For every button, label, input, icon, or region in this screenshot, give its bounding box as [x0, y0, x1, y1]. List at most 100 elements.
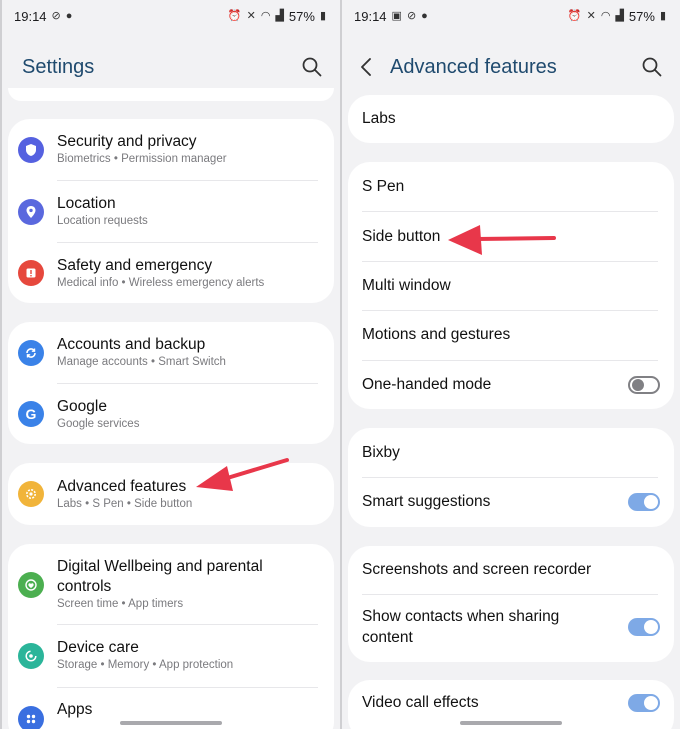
settings-group-1: Security and privacy Biometrics • Permis…: [8, 119, 334, 303]
shield-icon: [18, 137, 44, 163]
menu-item-side-button[interactable]: Side button: [348, 212, 674, 261]
item-subtitle: Location requests: [57, 215, 148, 227]
settings-item-accounts[interactable]: Accounts and backup Manage accounts • Sm…: [8, 322, 334, 384]
menu-item-motions-gestures[interactable]: Motions and gestures: [348, 311, 674, 360]
chat-status-icon: ●: [65, 9, 73, 22]
page-title: Advanced features: [390, 56, 557, 78]
advanced-features-screen: 19:14 ▣ ⊘ ● ⏰ ✕ ◠ ▟ 57% ▮ Advanced featu…: [342, 0, 680, 729]
alarm-icon: ⏰: [227, 9, 242, 22]
alert-icon: [18, 260, 44, 286]
wifi-icon: ◠: [260, 9, 271, 22]
item-title: S Pen: [362, 178, 405, 195]
item-subtitle: Medical info • Wireless emergency alerts: [57, 277, 265, 289]
settings-item-device-care[interactable]: Device care Storage • Memory • App prote…: [8, 625, 334, 687]
features-group-2: Bixby Smart suggestions: [348, 428, 674, 527]
item-title: Video call effects: [362, 694, 479, 711]
item-title: Location: [57, 195, 116, 212]
show-contacts-toggle[interactable]: [628, 618, 660, 636]
menu-item-smart-suggestions[interactable]: Smart suggestions: [348, 478, 674, 527]
menu-item-screenshots-recorder[interactable]: Screenshots and screen recorder: [348, 546, 674, 594]
back-arrow-icon[interactable]: [356, 56, 378, 78]
settings-item-digital-wellbeing[interactable]: Digital Wellbeing and parental controls …: [8, 544, 334, 624]
item-title: Side button: [362, 228, 441, 245]
menu-item-one-handed-mode[interactable]: One-handed mode: [348, 361, 674, 409]
page-title: Settings: [22, 56, 95, 78]
menu-item-labs[interactable]: Labs: [348, 95, 674, 143]
wellbeing-icon: [18, 572, 44, 598]
settings-group-3: Advanced features Labs • S Pen • Side bu…: [8, 463, 334, 525]
gallery-status-icon: ▣: [391, 9, 402, 22]
item-title: Safety and emergency: [57, 257, 213, 274]
item-title-line-2: controls: [57, 578, 112, 595]
chat-status-icon: ●: [421, 9, 428, 22]
app-header: Settings: [2, 44, 340, 90]
item-title: One-handed mode: [362, 376, 492, 393]
labs-card: Labs: [348, 95, 674, 143]
item-title: Motions and gestures: [362, 326, 511, 343]
previous-card-edge: [8, 88, 334, 101]
battery-icon: ▮: [319, 9, 326, 22]
location-pin-icon: [18, 199, 44, 225]
search-icon[interactable]: [640, 55, 664, 79]
settings-item-google[interactable]: G Google Google services: [8, 384, 334, 444]
item-subtitle: Google services: [57, 418, 140, 430]
app-header: Advanced features: [342, 44, 680, 90]
signal-icon: ▟: [275, 9, 284, 22]
item-title: Screenshots and screen recorder: [362, 561, 592, 578]
item-title-line-1: Digital Wellbeing and parental: [57, 558, 263, 575]
features-group-3: Screenshots and screen recorder Show con…: [348, 546, 674, 662]
signal-icon: ▟: [615, 9, 624, 22]
alarm-icon: ⏰: [567, 9, 582, 22]
mute-icon: ✕: [586, 9, 596, 22]
settings-item-safety[interactable]: Safety and emergency Medical info • Wire…: [8, 243, 334, 303]
item-title: Labs: [362, 110, 396, 127]
settings-group-4: Digital Wellbeing and parental controls …: [8, 544, 334, 729]
settings-group-2: Accounts and backup Manage accounts • Sm…: [8, 322, 334, 444]
smart-suggestions-toggle[interactable]: [628, 493, 660, 511]
battery-icon: ▮: [659, 9, 666, 22]
sync-status-icon: ⊘: [406, 9, 417, 22]
menu-item-s-pen[interactable]: S Pen: [348, 162, 674, 211]
navigation-handle[interactable]: [460, 721, 562, 725]
item-title: Security and privacy: [57, 133, 197, 150]
item-title: Multi window: [362, 277, 451, 294]
device-care-icon: [18, 643, 44, 669]
search-icon[interactable]: [300, 55, 324, 79]
battery-text: 57%: [628, 8, 655, 24]
menu-item-show-contacts-sharing[interactable]: Show contacts when sharing content: [348, 595, 674, 662]
settings-item-advanced-features[interactable]: Advanced features Labs • S Pen • Side bu…: [8, 463, 334, 525]
status-time: 19:14: [354, 8, 387, 24]
settings-item-location[interactable]: Location Location requests: [8, 181, 334, 243]
navigation-handle[interactable]: [120, 721, 222, 725]
item-title: Accounts and backup: [57, 336, 206, 353]
star-gear-icon: [18, 481, 44, 507]
wifi-icon: ◠: [600, 9, 611, 22]
features-group-1: S Pen Side button Multi window Motions a…: [348, 162, 674, 409]
mute-icon: ✕: [246, 9, 256, 22]
item-title: Bixby: [362, 444, 400, 461]
battery-text: 57%: [288, 8, 315, 24]
item-subtitle: Storage • Memory • App protection: [57, 659, 234, 671]
item-title-line-2: content: [362, 629, 413, 646]
item-title: Apps: [57, 701, 93, 718]
item-title: Google: [57, 398, 107, 415]
item-subtitle: Biometrics • Permission manager: [57, 153, 227, 165]
item-subtitle: Labs • S Pen • Side button: [57, 498, 193, 510]
settings-item-security[interactable]: Security and privacy Biometrics • Permis…: [8, 119, 334, 181]
settings-screen: 19:14 ⊘ ● ⏰ ✕ ◠ ▟ 57% ▮ Settings Securit…: [2, 0, 340, 729]
item-title-line-1: Show contacts when sharing: [362, 608, 560, 625]
menu-item-bixby[interactable]: Bixby: [348, 428, 674, 477]
menu-item-multi-window[interactable]: Multi window: [348, 262, 674, 311]
item-title: Device care: [57, 639, 139, 656]
sync-status-icon: ⊘: [51, 9, 61, 22]
item-subtitle: Screen time • App timers: [57, 598, 184, 610]
sync-icon: [18, 340, 44, 366]
apps-icon: [18, 706, 44, 729]
one-handed-mode-toggle[interactable]: [628, 376, 660, 394]
item-subtitle: Manage accounts • Smart Switch: [57, 356, 226, 368]
status-time: 19:14: [14, 8, 47, 24]
status-bar: 19:14 ▣ ⊘ ● ⏰ ✕ ◠ ▟ 57% ▮: [342, 0, 680, 32]
status-bar: 19:14 ⊘ ● ⏰ ✕ ◠ ▟ 57% ▮: [2, 0, 340, 32]
google-icon: G: [18, 401, 44, 427]
video-call-effects-toggle[interactable]: [628, 694, 660, 712]
